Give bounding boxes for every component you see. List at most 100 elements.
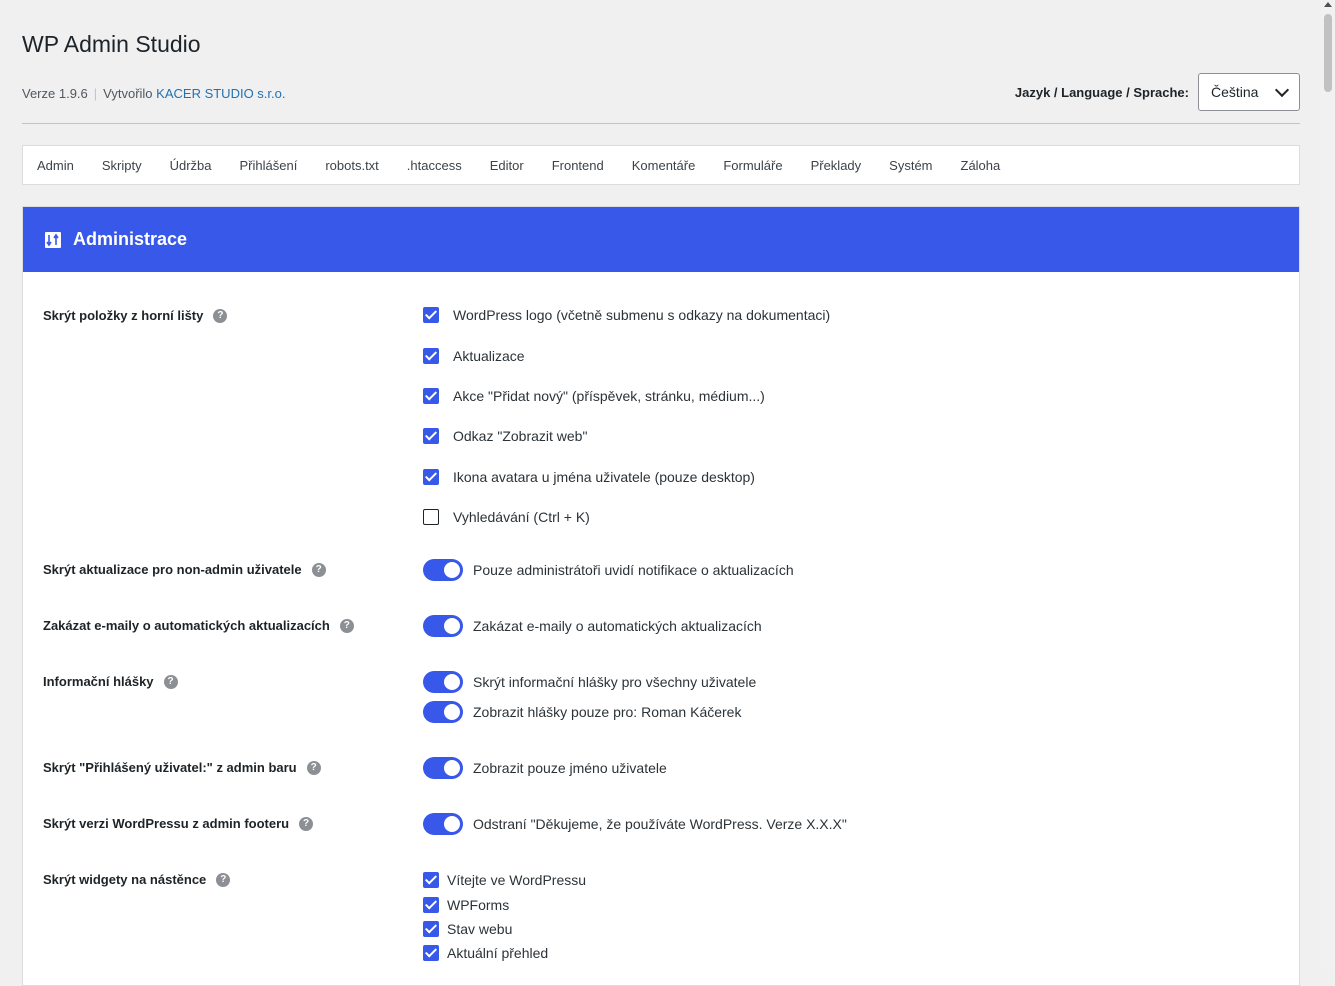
topbar-option-wp-logo[interactable]: WordPress logo (včetně submenu s odkazy … bbox=[423, 307, 830, 323]
topbar-option-avatar[interactable]: Ikona avatara u jména uživatele (pouze d… bbox=[423, 469, 755, 485]
tab-robots[interactable]: robots.txt bbox=[325, 158, 378, 173]
option-label: Aktualizace bbox=[453, 348, 525, 364]
plugin-meta: Verze 1.9.6 | Vytvořilo KACER STUDIO s.r.o… bbox=[22, 86, 285, 101]
help-icon[interactable]: ? bbox=[213, 308, 228, 323]
tab-bar: Admin Skripty Údržba Přihlášení robots.t… bbox=[22, 145, 1300, 185]
tab-preklady[interactable]: Překlady bbox=[811, 158, 862, 173]
checkbox-unchecked[interactable] bbox=[423, 509, 439, 525]
emails-toggle-row[interactable]: Zakázat e-maily o automatických aktualiz… bbox=[423, 615, 762, 637]
toggle-switch-on[interactable] bbox=[423, 559, 463, 581]
language-select-value: Čeština bbox=[1211, 84, 1259, 100]
help-icon[interactable]: ? bbox=[339, 618, 354, 633]
checkbox-checked[interactable] bbox=[423, 921, 439, 937]
howdy-toggle-row[interactable]: Zobrazit pouze jméno uživatele bbox=[423, 757, 667, 779]
panel-header: Administrace bbox=[23, 207, 1299, 272]
toggle-switch-on[interactable] bbox=[423, 757, 463, 779]
app-title: WP Admin Studio bbox=[22, 31, 201, 57]
widget-option-welcome[interactable]: Vítejte ve WordPressu bbox=[423, 872, 586, 888]
checkbox-checked[interactable] bbox=[423, 388, 439, 404]
toggle-switch-on[interactable] bbox=[423, 813, 463, 835]
tab-frontend[interactable]: Frontend bbox=[552, 158, 604, 173]
language-switcher: Jazyk / Language / Sprache: Čeština bbox=[1015, 73, 1300, 111]
vertical-scrollbar[interactable] bbox=[1321, 0, 1335, 968]
header-divider bbox=[22, 123, 1300, 124]
updates-setting-label: Skrýt aktualizace pro non-admin uživatel… bbox=[43, 562, 326, 577]
notices-toggle-hide-all[interactable]: Skrýt informační hlášky pro všechny uživ… bbox=[423, 671, 756, 693]
topbar-setting-label: Skrýt položky z horní lišty ? bbox=[43, 308, 228, 323]
toggle-switch-on[interactable] bbox=[423, 701, 463, 723]
scroll-up-arrow-icon[interactable] bbox=[1324, 2, 1332, 7]
option-label: Aktuální přehled bbox=[447, 945, 549, 961]
option-label: Vítejte ve WordPressu bbox=[447, 872, 587, 888]
toggle-label: Skrýt informační hlášky pro všechny uživ… bbox=[473, 674, 757, 690]
toggle-label: Odstraní "Děkujeme, že používáte WordPre… bbox=[473, 816, 847, 832]
widget-option-site-health[interactable]: Stav webu bbox=[423, 921, 512, 937]
tab-zaloha[interactable]: Záloha bbox=[961, 158, 1001, 173]
version-text: Verze 1.9.6 bbox=[22, 86, 88, 101]
toggle-label: Pouze administrátoři uvidí notifikace o … bbox=[473, 562, 794, 578]
option-label: Stav webu bbox=[447, 921, 513, 937]
topbar-option-add-new[interactable]: Akce "Přidat nový" (příspěvek, stránku, … bbox=[423, 388, 765, 404]
widgets-label-text: Skrýt widgety na nástěnce bbox=[43, 872, 207, 887]
admin-settings-icon bbox=[45, 231, 61, 248]
footer-label-text: Skrýt verzi WordPressu z admin footeru bbox=[43, 816, 290, 831]
checkbox-checked[interactable] bbox=[423, 307, 439, 323]
option-label: WPForms bbox=[447, 897, 510, 913]
tab-editor[interactable]: Editor bbox=[490, 158, 524, 173]
language-label: Jazyk / Language / Sprache: bbox=[1014, 84, 1189, 100]
option-label: Akce "Přidat nový" (příspěvek, stránku, … bbox=[453, 388, 765, 404]
checkbox-checked[interactable] bbox=[423, 348, 439, 364]
toggle-label: Zobrazit hlášky pouze pro: Roman Káčerek bbox=[473, 704, 742, 720]
tab-udrzba[interactable]: Údržba bbox=[170, 158, 212, 173]
toggle-label: Zobrazit pouze jméno uživatele bbox=[473, 760, 667, 776]
company-link[interactable]: KACER STUDIO s.r.o. bbox=[156, 86, 285, 101]
tab-komentare[interactable]: Komentáře bbox=[632, 158, 696, 173]
tab-htaccess[interactable]: .htaccess bbox=[407, 158, 462, 173]
tab-system[interactable]: Systém bbox=[889, 158, 932, 173]
topbar-option-updates[interactable]: Aktualizace bbox=[423, 348, 525, 364]
widget-option-at-a-glance[interactable]: Aktuální přehled bbox=[423, 945, 548, 961]
toggle-label: Zakázat e-maily o automatických aktualiz… bbox=[473, 618, 762, 634]
checkbox-checked[interactable] bbox=[423, 945, 439, 961]
tab-formulare[interactable]: Formuláře bbox=[723, 158, 782, 173]
chevron-down-icon bbox=[1274, 82, 1290, 98]
footer-toggle-row[interactable]: Odstraní "Děkujeme, že používáte WordPre… bbox=[423, 813, 847, 835]
checkbox-checked[interactable] bbox=[423, 428, 439, 444]
tab-skripty[interactable]: Skripty bbox=[102, 158, 142, 173]
toggle-switch-on[interactable] bbox=[423, 615, 463, 637]
settings-panel: Administrace Skrýt položky z horní lišty… bbox=[22, 206, 1300, 986]
tab-prihlaseni[interactable]: Přihlášení bbox=[240, 158, 298, 173]
meta-separator: | bbox=[93, 86, 98, 101]
topbar-option-view-site[interactable]: Odkaz "Zobrazit web" bbox=[423, 428, 587, 444]
panel-title: Administrace bbox=[73, 229, 188, 249]
checkbox-checked[interactable] bbox=[423, 469, 439, 485]
checkbox-checked[interactable] bbox=[423, 897, 439, 913]
option-label: Vyhledávání (Ctrl + K) bbox=[453, 509, 590, 525]
option-label: WordPress logo (včetně submenu s odkazy … bbox=[453, 307, 831, 323]
topbar-option-search[interactable]: Vyhledávání (Ctrl + K) bbox=[423, 509, 590, 525]
tab-admin[interactable]: Admin bbox=[37, 158, 74, 173]
help-icon[interactable]: ? bbox=[163, 674, 178, 689]
widget-option-wpforms[interactable]: WPForms bbox=[423, 897, 509, 913]
created-by-text: Vytvořilo bbox=[103, 86, 153, 101]
help-icon[interactable]: ? bbox=[306, 760, 321, 775]
emails-setting-label: Zakázat e-maily o automatických aktualiz… bbox=[43, 618, 354, 633]
howdy-label-text: Skrýt "Přihlášený uživatel:" z admin bar… bbox=[43, 760, 297, 775]
updates-label-text: Skrýt aktualizace pro non-admin uživatel… bbox=[43, 562, 302, 577]
toggle-switch-on[interactable] bbox=[423, 671, 463, 693]
updates-toggle-row[interactable]: Pouze administrátoři uvidí notifikace o … bbox=[423, 559, 794, 581]
help-icon[interactable]: ? bbox=[299, 816, 314, 831]
notices-toggle-show-only-for[interactable]: Zobrazit hlášky pouze pro: Roman Káčerek bbox=[423, 701, 741, 723]
option-label: Ikona avatara u jména uživatele (pouze d… bbox=[453, 469, 755, 485]
footer-setting-label: Skrýt verzi WordPressu z admin footeru ? bbox=[43, 816, 314, 831]
notices-setting-label: Informační hlášky ? bbox=[43, 674, 178, 689]
scrollbar-thumb[interactable] bbox=[1324, 14, 1332, 92]
topbar-label-text: Skrýt položky z horní lišty bbox=[43, 308, 204, 323]
widgets-setting-label: Skrýt widgety na nástěnce ? bbox=[43, 872, 231, 887]
help-icon[interactable]: ? bbox=[311, 562, 326, 577]
language-select[interactable]: Čeština bbox=[1198, 73, 1300, 111]
checkbox-checked[interactable] bbox=[423, 872, 439, 888]
option-label: Odkaz "Zobrazit web" bbox=[453, 428, 588, 444]
help-icon[interactable]: ? bbox=[216, 872, 231, 887]
emails-label-text: Zakázat e-maily o automatických aktualiz… bbox=[43, 618, 330, 633]
